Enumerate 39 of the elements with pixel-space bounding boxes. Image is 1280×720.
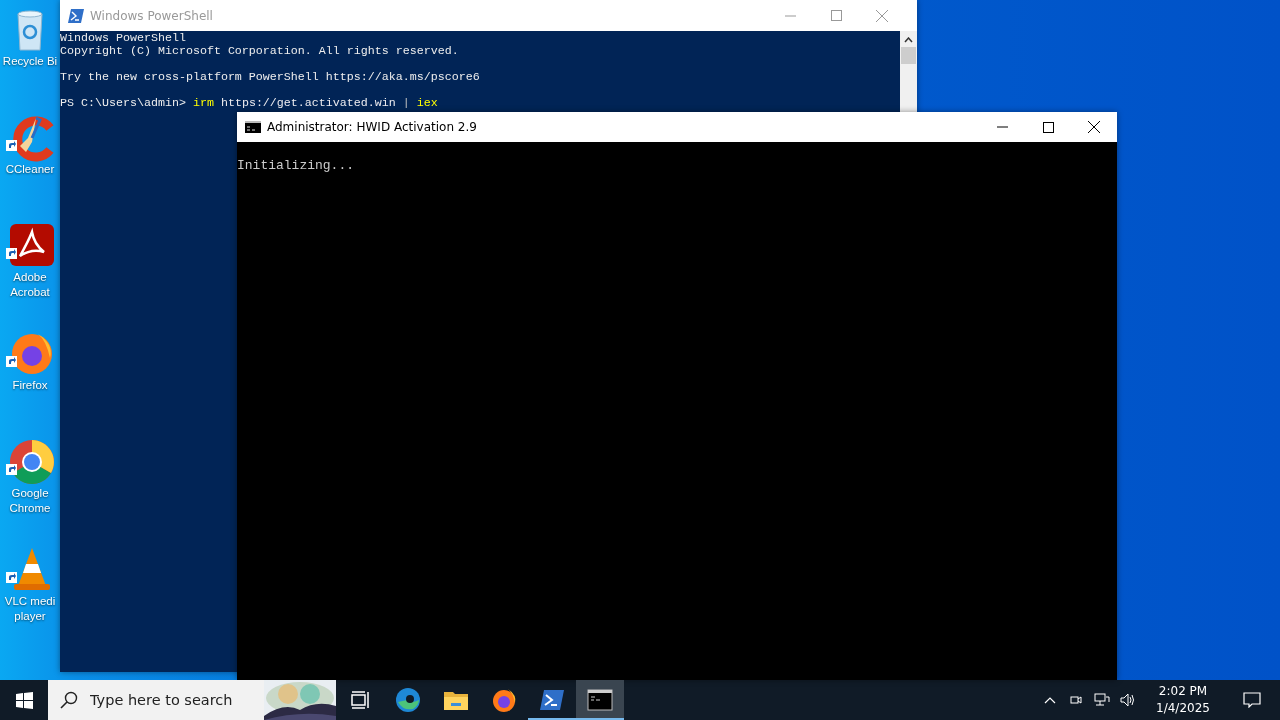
close-icon: [876, 9, 888, 22]
search-bar[interactable]: Type here to search: [48, 680, 336, 720]
powershell-icon: [539, 689, 565, 711]
powershell-icon: [68, 8, 84, 23]
desktop-icon-label[interactable]: Firefox: [12, 378, 48, 393]
console-line: Initializing...: [237, 158, 356, 174]
desktop-icon-label[interactable]: Google Chrome: [1, 486, 59, 516]
console-line: Windows PowerShell: [60, 32, 187, 45]
windows-logo-icon: [15, 691, 33, 709]
maximize-icon: [1042, 121, 1054, 133]
terminal-icon: [245, 121, 261, 133]
edge-icon: [395, 687, 421, 713]
taskbar-app-button[interactable]: [576, 680, 624, 720]
firefox-icon: [491, 687, 517, 713]
terminal-icon: [587, 689, 613, 711]
maximize-icon: [830, 10, 842, 21]
desktop-icon-label[interactable]: Adobe Acrobat: [1, 270, 59, 300]
network-icon: [1092, 693, 1112, 707]
scroll-thumb[interactable]: [901, 47, 916, 64]
desktop-icon-label[interactable]: VLC medi player: [1, 594, 59, 624]
desktop-icon-label[interactable]: Recycle Bi: [2, 54, 58, 69]
window-title: Administrator: HWID Activation 2.9: [267, 120, 478, 134]
search-field[interactable]: Type here to search: [88, 691, 252, 709]
console-line: PS C:\Users\admin> irm https://get.activated.win | iex: [60, 97, 439, 110]
close-icon: [1088, 121, 1100, 133]
minimize-icon: [784, 14, 796, 17]
task-view-icon: [350, 690, 370, 710]
ccleaner-icon[interactable]: [6, 114, 54, 162]
window-title: Windows PowerShell: [90, 8, 214, 23]
speech-bubble-icon: [1243, 692, 1261, 708]
desktop-icon-label[interactable]: CCleaner: [5, 162, 55, 177]
clock-time: 2:02 PM: [1158, 683, 1208, 700]
console-line: Try the new cross-platform PowerShell https://aka.ms/pscore6: [60, 71, 481, 84]
chrome-icon[interactable]: [6, 438, 54, 486]
console-line: Copyright (C) Microsoft Corporation. All rights reserved.: [60, 45, 460, 58]
minimize-icon: [996, 126, 1008, 128]
search-icon: [60, 691, 78, 709]
scroll-up-icon[interactable]: [904, 37, 913, 43]
clock-date: 1/4/2025: [1156, 700, 1210, 717]
